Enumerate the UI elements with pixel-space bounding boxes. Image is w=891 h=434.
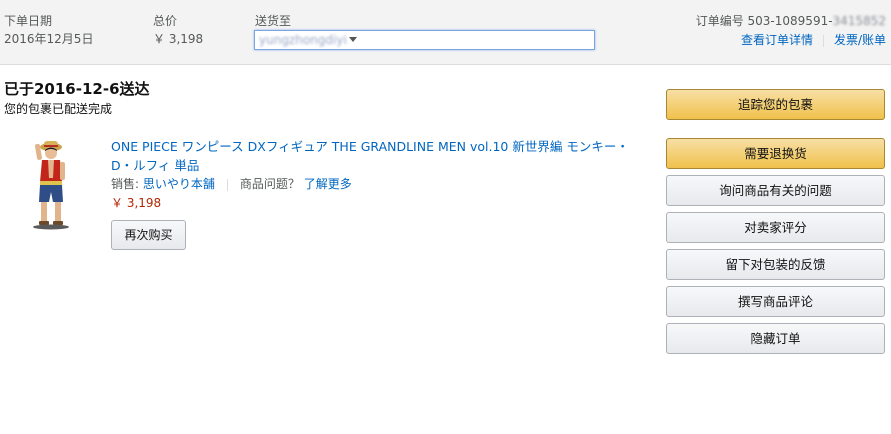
ship-to-name: yungzhongdiyi xyxy=(259,33,347,47)
write-review-button[interactable]: 撰写商品评论 xyxy=(666,286,885,317)
ship-to-block: 送货至 xyxy=(255,13,291,29)
return-items-button[interactable]: 需要退换货 xyxy=(666,138,885,169)
seller-feedback-button[interactable]: 对卖家评分 xyxy=(666,212,885,243)
seller-line: 销售: 思いやり本舗 商品问题？ 了解更多 xyxy=(111,176,352,192)
order-number-hidden: 3415852 xyxy=(832,14,886,28)
seller-label: 销售: xyxy=(111,177,140,191)
order-total-block: 总价 ￥ 3,198 xyxy=(153,13,203,48)
order-total-label: 总价 xyxy=(153,14,178,28)
package-feedback-button[interactable]: 留下对包装的反馈 xyxy=(666,249,885,280)
delivery-status-title: 已于2016-12-6送达 xyxy=(4,80,150,98)
order-number-block: 订单编号 503-1089591-3415852 查看订单详情 发票/账单 xyxy=(696,13,886,49)
caret-down-icon xyxy=(349,37,357,42)
order-number-value: 503-1089591- xyxy=(747,14,833,28)
seller-name-link[interactable]: 思いやり本舗 xyxy=(143,177,215,191)
luffy-figure-image[interactable] xyxy=(24,138,78,230)
link-divider xyxy=(822,34,824,47)
product-price: ￥ 3,198 xyxy=(111,196,162,210)
order-header: 下单日期 2016年12月5日 总价 ￥ 3,198 送货至 yungzhong… xyxy=(0,0,891,65)
order-date-block: 下单日期 2016年12月5日 xyxy=(4,13,93,48)
order-date-value: 2016年12月5日 xyxy=(4,32,94,46)
ship-to-label: 送货至 xyxy=(255,14,292,28)
ship-to-dropdown[interactable]: yungzhongdiyi xyxy=(254,30,595,50)
ask-product-question-button[interactable]: 询问商品有关的问题 xyxy=(666,175,885,206)
product-title-link[interactable]: ONE PIECE ワンピース DXフィギュア THE GRANDLINE ME… xyxy=(111,137,631,175)
hide-order-button[interactable]: 隐藏订单 xyxy=(666,323,885,354)
buy-again-button[interactable]: 再次购买 xyxy=(111,220,186,250)
product-question-label: 商品问题？ xyxy=(239,177,300,191)
order-links: 查看订单详情 发票/账单 xyxy=(696,31,886,49)
delivery-status-subtitle: 您的包裹已配送完成 xyxy=(4,102,113,116)
order-number-label: 订单编号 xyxy=(695,14,744,28)
order-date-label: 下单日期 xyxy=(4,14,53,28)
learn-more-link[interactable]: 了解更多 xyxy=(304,177,352,191)
invoice-link[interactable]: 发票/账单 xyxy=(834,33,886,47)
seller-divider xyxy=(226,178,228,191)
order-total-value: ￥ 3,198 xyxy=(153,32,204,46)
view-order-details-link[interactable]: 查看订单详情 xyxy=(741,33,813,47)
track-package-button[interactable]: 追踪您的包裹 xyxy=(666,89,885,120)
order-number-line: 订单编号 503-1089591-3415852 xyxy=(696,13,886,29)
